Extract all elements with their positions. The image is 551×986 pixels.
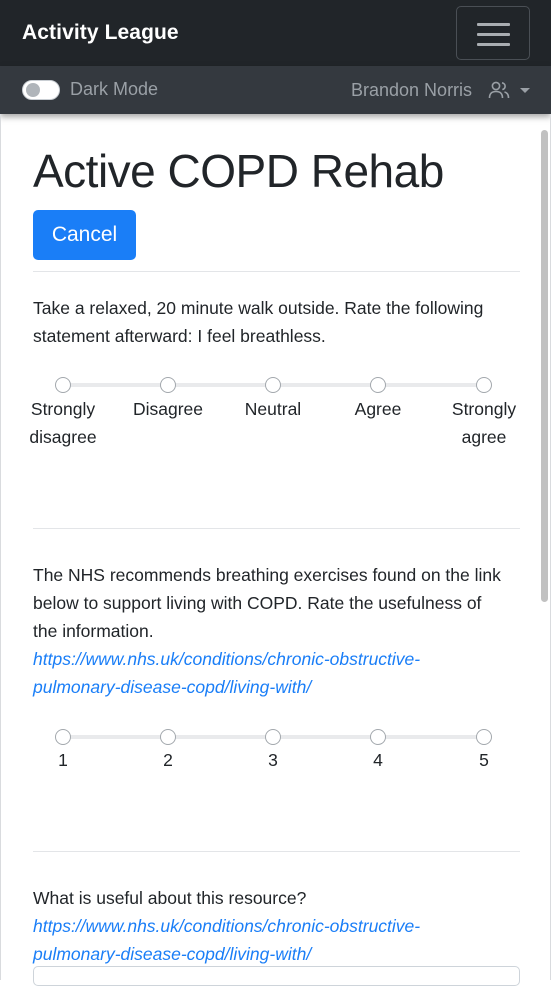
- page-title: Active COPD Rehab: [33, 145, 444, 197]
- dark-mode-label: Dark Mode: [70, 79, 159, 99]
- brand-title[interactable]: Activity League: [22, 21, 179, 45]
- option-label[interactable]: 2: [113, 746, 223, 774]
- radio-5[interactable]: [476, 729, 492, 745]
- divider: [33, 528, 520, 529]
- hamburger-icon-bar: [477, 33, 510, 36]
- answer-textarea[interactable]: [33, 966, 520, 986]
- question-2: The NHS recommends breathing exercises f…: [33, 561, 503, 701]
- left-border: [0, 114, 1, 980]
- radio-agree[interactable]: [370, 377, 386, 393]
- radio-3[interactable]: [265, 729, 281, 745]
- chevron-down-icon[interactable]: [520, 88, 530, 93]
- option-label[interactable]: 4: [323, 746, 433, 774]
- scrollbar[interactable]: [541, 130, 548, 602]
- option-label[interactable]: Disagree: [113, 395, 223, 423]
- radio-2[interactable]: [160, 729, 176, 745]
- toggle-knob: [26, 83, 40, 97]
- nhs-link[interactable]: https://www.nhs.uk/conditions/chronic-ob…: [33, 912, 503, 968]
- option-label[interactable]: Strongly agree: [429, 395, 539, 451]
- top-navbar: Activity League: [0, 0, 551, 66]
- radio-1[interactable]: [55, 729, 71, 745]
- menu-toggle-button[interactable]: [456, 6, 530, 60]
- question-1-text: Take a relaxed, 20 minute walk outside. …: [33, 298, 484, 346]
- radio-disagree[interactable]: [160, 377, 176, 393]
- divider: [33, 271, 520, 272]
- question-3-text: What is useful about this resource?: [33, 888, 307, 908]
- hamburger-icon: [477, 23, 510, 26]
- divider: [33, 851, 520, 852]
- option-label[interactable]: Neutral: [218, 395, 328, 423]
- question-2-text: The NHS recommends breathing exercises f…: [33, 565, 501, 641]
- hamburger-icon-bar: [477, 43, 510, 46]
- radio-strongly-agree[interactable]: [476, 377, 492, 393]
- radio-4[interactable]: [370, 729, 386, 745]
- option-label[interactable]: 5: [429, 746, 539, 774]
- user-menu[interactable]: Brandon Norris: [351, 80, 472, 101]
- question-3: What is useful about this resource? http…: [33, 884, 503, 968]
- radio-strongly-disagree[interactable]: [55, 377, 71, 393]
- option-label[interactable]: 3: [218, 746, 328, 774]
- nhs-link[interactable]: https://www.nhs.uk/conditions/chronic-ob…: [33, 645, 503, 701]
- cancel-button[interactable]: Cancel: [33, 210, 136, 260]
- option-label[interactable]: Agree: [323, 395, 433, 423]
- users-icon[interactable]: [488, 80, 510, 100]
- option-label[interactable]: 1: [8, 746, 118, 774]
- dark-mode-toggle[interactable]: [22, 80, 60, 100]
- option-label[interactable]: Strongly disagree: [8, 395, 118, 451]
- radio-neutral[interactable]: [265, 377, 281, 393]
